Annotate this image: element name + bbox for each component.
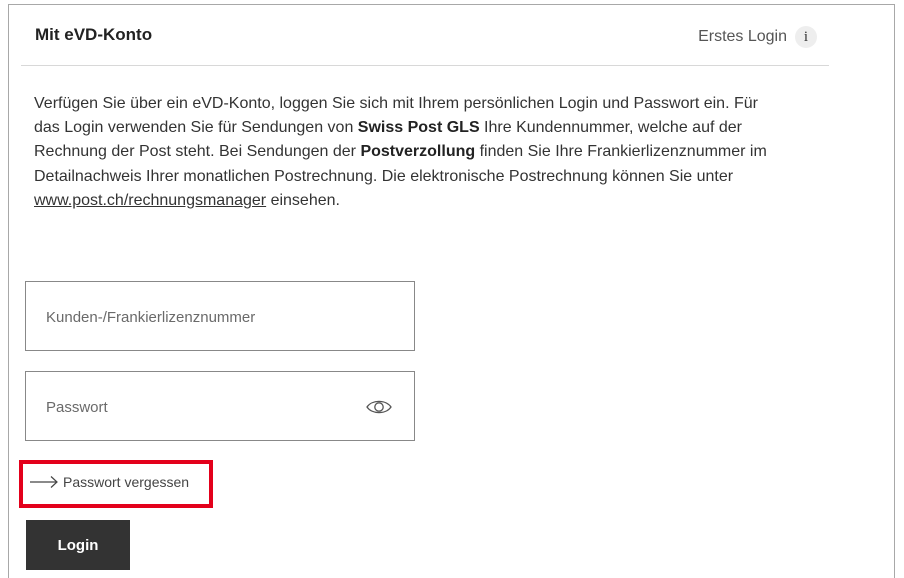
info-icon[interactable]: i [795, 26, 817, 48]
panel-header: Mit eVD-Konto Erstes Login i [21, 5, 829, 66]
login-button[interactable]: Login [26, 520, 130, 570]
header-actions: Erstes Login i [698, 26, 817, 48]
rechnungsmanager-link[interactable]: www.post.ch/rechnungsmanager [34, 192, 266, 209]
forgot-password-label: Passwort vergessen [63, 474, 190, 490]
description-bold-postverzollung: Postverzollung [360, 143, 476, 161]
eye-icon[interactable] [366, 398, 392, 416]
customer-number-field[interactable] [25, 281, 415, 352]
login-panel: Mit eVD-Konto Erstes Login i Verfügen Si… [8, 4, 895, 578]
description-text: einsehen. [266, 191, 340, 209]
forgot-password-link[interactable]: Passwort vergessen [29, 474, 189, 490]
first-login-link[interactable]: Erstes Login [698, 28, 787, 46]
password-input[interactable] [44, 372, 368, 442]
arrow-right-icon [30, 476, 58, 488]
forgot-password-highlight: Passwort vergessen [19, 460, 213, 508]
password-field[interactable] [25, 371, 415, 442]
customer-number-input[interactable] [44, 282, 368, 352]
description-bold-swiss-post-gls: Swiss Post GLS [357, 119, 480, 137]
login-description: Verfügen Sie über ein eVD-Konto, loggen … [34, 92, 774, 213]
panel-title: Mit eVD-Konto [35, 25, 153, 44]
